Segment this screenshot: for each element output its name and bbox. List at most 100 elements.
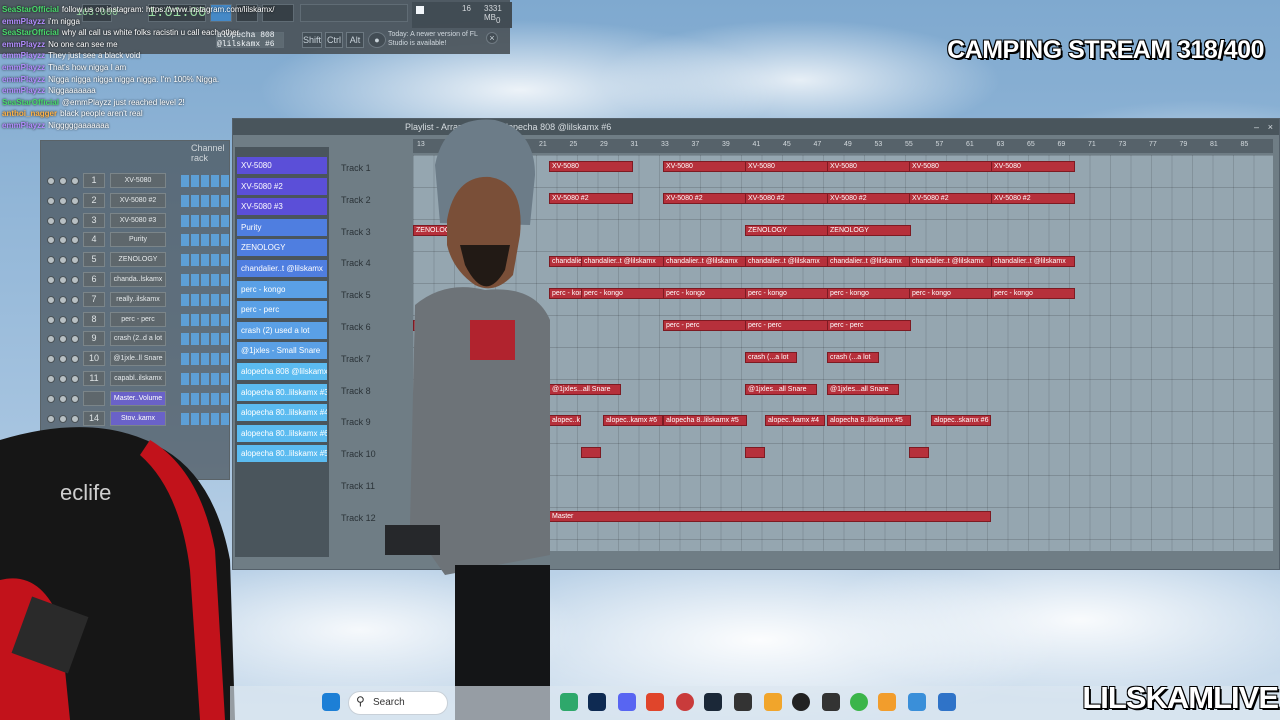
channel-name-button[interactable]: XV-5080 #3 (110, 212, 166, 228)
pattern-clip[interactable]: @1jxles...all Snare (827, 383, 899, 395)
track-label[interactable]: Track 6 (341, 322, 371, 332)
track-label[interactable]: Track 11 (341, 481, 375, 491)
volume-knob[interactable] (71, 177, 79, 185)
close-hint-icon[interactable]: × (486, 32, 498, 44)
channel-row[interactable]: 5 ZENOLOGY (41, 250, 231, 270)
channel-number[interactable]: 7 (83, 291, 105, 307)
channel-row[interactable]: 10 @1jxle..ll Snare (41, 349, 231, 369)
app-icon-2[interactable] (676, 693, 694, 711)
mute-dot[interactable] (47, 177, 55, 185)
pattern-clip[interactable]: Master (549, 510, 991, 522)
pattern-clip[interactable]: crash (...a lot (827, 351, 879, 363)
track-label[interactable]: Track 8 (341, 386, 371, 396)
pattern-clip[interactable]: perc - kongo (581, 288, 665, 300)
pattern-clip[interactable]: alopecha 8..lilskamx #5 (827, 415, 911, 427)
step-sequencer[interactable] (181, 293, 231, 306)
step-sequencer[interactable] (181, 333, 231, 346)
track-label[interactable]: Track 3 (341, 227, 371, 237)
pattern-clip[interactable]: perc - kongo (991, 288, 1075, 300)
channel-name-button[interactable]: XV-5080 #2 (110, 192, 166, 208)
pattern-clip[interactable]: XV-5080 #2 (663, 192, 747, 204)
pattern-clip[interactable]: XV-5080 (549, 161, 633, 172)
mute-dot[interactable] (47, 276, 55, 284)
pattern-clip[interactable]: chandalier..t @lilskamx (745, 256, 829, 268)
pan-knob[interactable] (59, 355, 67, 364)
pan-knob[interactable] (59, 295, 67, 304)
volume-knob[interactable] (71, 216, 79, 225)
pattern-item[interactable]: XV-5080 #2 (237, 177, 327, 195)
steam-icon[interactable] (704, 693, 722, 711)
track-label[interactable]: Track 1 (341, 163, 371, 173)
mute-dot[interactable] (47, 236, 55, 245)
volume-knob[interactable] (71, 375, 79, 383)
step-sequencer[interactable] (181, 392, 231, 405)
pan-knob[interactable] (59, 394, 67, 403)
mute-dot[interactable] (47, 375, 55, 383)
track-label[interactable]: Track 9 (341, 417, 371, 427)
pattern-item[interactable]: chandalier..t @lilskamx (237, 260, 327, 277)
pattern-clip[interactable]: perc - perc (663, 320, 747, 331)
channel-row[interactable]: 7 really..ilskamx (41, 290, 231, 310)
pattern-item[interactable]: alopecha 808 @lilskamx (237, 363, 327, 380)
volume-knob[interactable] (71, 196, 79, 205)
pattern-clip[interactable]: perc - kongo (827, 288, 911, 300)
pattern-clip[interactable]: @1jxles...all Snare (549, 383, 621, 395)
pattern-item[interactable]: alopecha 80..lilskamx #5 (237, 445, 327, 463)
app-icon-4[interactable] (764, 693, 782, 711)
pattern-clip[interactable]: XV-5080 (909, 161, 993, 172)
pattern-clip[interactable]: alopec..kamx #5 (549, 415, 581, 427)
channel-number[interactable]: 11 (83, 371, 105, 386)
mute-dot[interactable] (47, 335, 55, 344)
mute-dot[interactable] (47, 256, 55, 265)
track-label[interactable]: Track 4 (341, 258, 371, 268)
step-sequencer[interactable] (181, 373, 231, 385)
pattern-clip[interactable]: alopec..kamx #6 (603, 415, 663, 427)
track-label[interactable]: Track 10 (341, 449, 376, 459)
brave-icon[interactable] (646, 693, 664, 711)
volume-knob[interactable] (71, 236, 79, 245)
shift-button[interactable]: Shift (302, 32, 322, 48)
pattern-clip[interactable]: XV-5080 #2 (827, 192, 911, 204)
track-label[interactable]: Track 12 (341, 513, 376, 523)
app-icon-9[interactable] (938, 693, 956, 711)
pattern-clip[interactable]: alopecha 8..lilskamx #5 (663, 415, 747, 427)
app-icon-6[interactable] (822, 693, 840, 711)
app-icon-3[interactable] (734, 693, 752, 711)
app-icon-7[interactable] (850, 693, 868, 711)
pattern-clip[interactable]: chandalier..t @lilskamx (991, 256, 1075, 268)
pan-knob[interactable] (59, 256, 67, 265)
pattern-clip[interactable]: XV-5080 #2 (991, 192, 1075, 204)
photoshop-icon[interactable] (588, 693, 606, 711)
volume-knob[interactable] (71, 256, 79, 265)
pattern-item[interactable]: perc - perc (237, 301, 327, 319)
master-volume-slider[interactable] (300, 4, 408, 22)
app-icon-1[interactable] (560, 693, 578, 711)
step-sequencer[interactable] (181, 194, 231, 207)
pattern-item[interactable]: alopecha 80..lilskamx #6 (237, 424, 327, 442)
mute-dot[interactable] (47, 394, 55, 403)
pattern-item[interactable]: @1jxles - Small Snare (237, 342, 327, 360)
channel-number[interactable]: 8 (83, 311, 105, 327)
pattern-clip[interactable]: chandalier..t @lilskamx (909, 256, 993, 268)
step-sequencer[interactable] (181, 175, 231, 187)
channel-number[interactable]: 9 (83, 331, 105, 347)
volume-knob[interactable] (71, 355, 79, 364)
step-sequencer[interactable] (181, 274, 231, 286)
pattern-item[interactable]: crash (2) used a lot (237, 321, 327, 339)
pattern-clip[interactable]: perc - perc (745, 320, 829, 331)
channel-number[interactable]: 3 (83, 212, 105, 228)
pattern-clip[interactable]: perc - kongo (663, 288, 747, 300)
pattern-clip[interactable] (745, 447, 765, 459)
channel-number[interactable]: 5 (83, 252, 105, 268)
pattern-item[interactable]: alopecha 80..lilskamx #4 (237, 404, 327, 422)
pattern-clip[interactable]: alopec..skamx #6 (931, 415, 991, 427)
step-sequencer[interactable] (181, 254, 231, 267)
pattern-item[interactable]: Purity (237, 218, 327, 236)
mute-dot[interactable] (47, 196, 55, 205)
pattern-clip[interactable]: @1jxles...all Snare (745, 383, 817, 395)
pattern-clip[interactable]: chandalier..t @lilskamx (663, 256, 747, 268)
volume-knob[interactable] (71, 276, 79, 284)
pattern-clip[interactable]: XV-5080 (745, 161, 829, 172)
pan-knob[interactable] (59, 177, 67, 185)
pattern-clip[interactable] (909, 447, 929, 459)
